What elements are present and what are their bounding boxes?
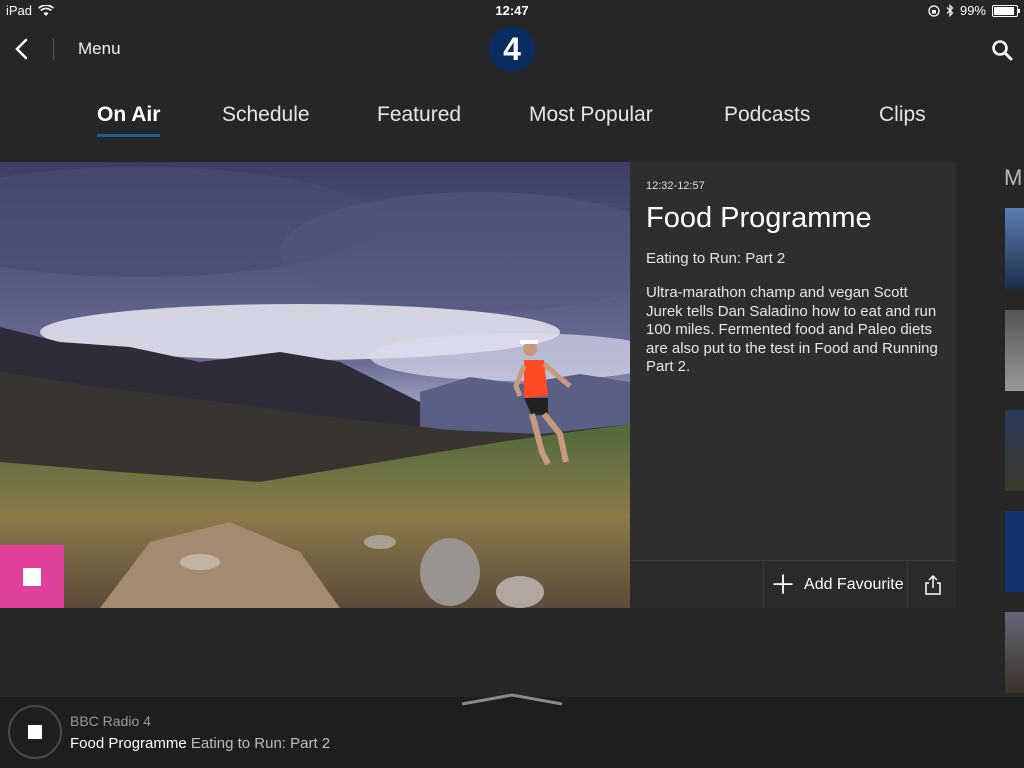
now-playing-programme: Food Programme — [70, 735, 187, 752]
now-playing-text: Food Programme Eating to Run: Part 2 — [70, 735, 330, 752]
orientation-lock-icon — [928, 4, 940, 17]
player-stop-button[interactable] — [8, 705, 62, 759]
tab-bar: On Air Schedule Featured Most Popular Po… — [0, 96, 1024, 142]
tab-clips[interactable]: Clips — [879, 103, 926, 127]
stop-button[interactable] — [0, 545, 64, 608]
search-icon — [992, 40, 1013, 61]
tab-featured[interactable]: Featured — [377, 103, 461, 127]
thumbnail[interactable] — [1005, 410, 1024, 491]
thumbnail[interactable] — [1005, 208, 1024, 289]
bluetooth-icon — [946, 4, 954, 17]
tab-schedule[interactable]: Schedule — [222, 103, 310, 127]
station-name: BBC Radio 4 — [70, 713, 151, 729]
add-favourite-button[interactable]: ＋ Add Favourite — [763, 561, 907, 608]
tab-on-air[interactable]: On Air — [97, 103, 161, 137]
programme-subtitle: Eating to Run: Part 2 — [646, 250, 786, 267]
programme-time: 12:32-12:57 — [646, 180, 705, 192]
thumbnail[interactable] — [1005, 511, 1024, 592]
divider — [53, 38, 54, 60]
status-time: 12:47 — [495, 3, 529, 18]
radio4-logo[interactable]: 4 — [489, 26, 535, 72]
top-bar: Menu 4 — [0, 22, 1024, 78]
chevron-up-icon — [461, 693, 563, 706]
thumbnail[interactable] — [1005, 310, 1024, 391]
tab-podcasts[interactable]: Podcasts — [724, 103, 810, 127]
expand-player-handle[interactable] — [460, 688, 564, 708]
stop-icon — [28, 725, 42, 739]
section-heading-peek: M — [1004, 165, 1023, 190]
search-button[interactable] — [990, 38, 1014, 62]
status-bar: iPad 12:47 99% — [0, 0, 1024, 22]
stop-icon — [23, 567, 41, 586]
chevron-left-icon — [15, 38, 28, 60]
programme-image[interactable] — [0, 162, 630, 608]
battery-percent: 99% — [959, 3, 986, 18]
logo-text: 4 — [503, 30, 521, 67]
battery-icon — [992, 4, 1020, 17]
add-favourite-label: Add Favourite — [804, 575, 904, 593]
share-button[interactable] — [907, 561, 957, 608]
programme-title: Food Programme — [646, 202, 872, 234]
share-icon — [924, 574, 941, 595]
plus-icon: ＋ — [770, 569, 797, 600]
thumbnail[interactable] — [1005, 612, 1024, 693]
menu-button[interactable]: Menu — [78, 39, 121, 59]
programme-info: 12:32-12:57 Food Programme Eating to Run… — [630, 162, 956, 608]
tab-most-popular[interactable]: Most Popular — [529, 103, 653, 127]
action-bar: ＋ Add Favourite — [630, 560, 956, 608]
now-playing-episode: Eating to Run: Part 2 — [190, 735, 331, 752]
programme-description: Ultra-marathon champ and vegan Scott Jur… — [646, 284, 938, 375]
back-button[interactable] — [12, 36, 34, 62]
